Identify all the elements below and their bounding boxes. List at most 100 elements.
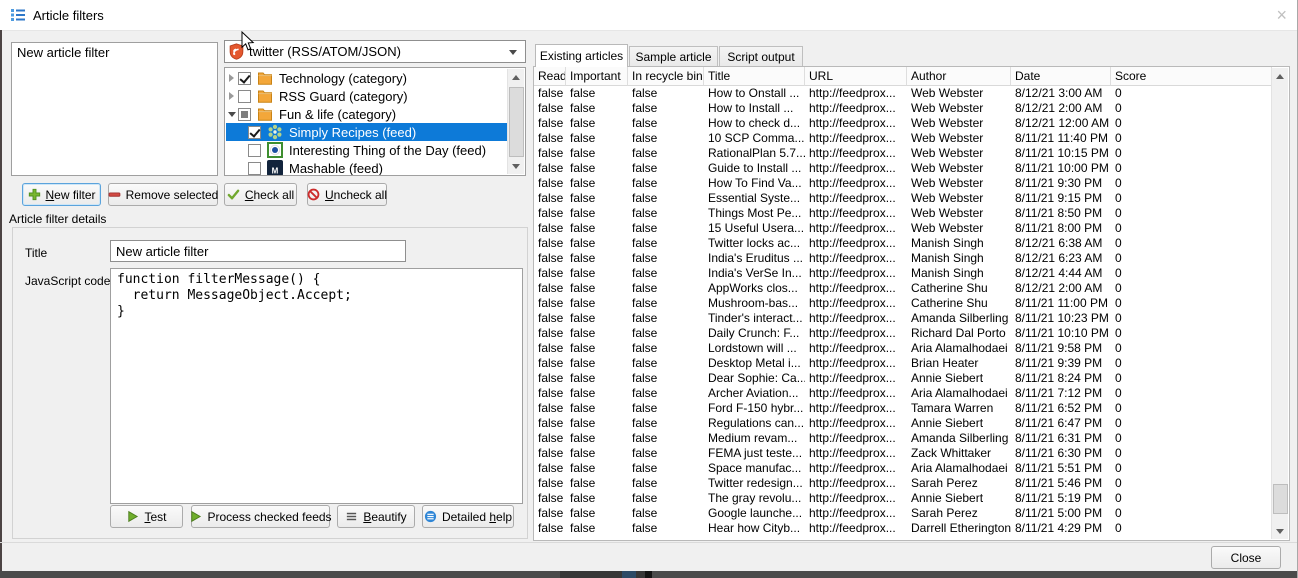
title-input[interactable] (110, 240, 406, 262)
new-filter-button[interactable]: New filter (22, 183, 101, 206)
table-row[interactable]: falsefalsefalseMedium revam...http://fee… (534, 431, 1272, 446)
column-header-score[interactable]: Score (1111, 67, 1272, 86)
column-header-url[interactable]: URL (805, 67, 907, 86)
table-row[interactable]: falsefalsefalseHow to check d...http://f… (534, 116, 1272, 131)
column-header-in-recycle-bin[interactable]: In recycle bin (628, 67, 704, 86)
remove-selected-button[interactable]: Remove selected (108, 183, 218, 206)
expander-expanded-icon[interactable] (228, 112, 238, 117)
column-header-author[interactable]: Author (907, 67, 1011, 86)
scroll-down-icon[interactable] (1272, 523, 1288, 539)
expander-collapsed-icon[interactable] (228, 92, 238, 100)
column-header-title[interactable]: Title (704, 67, 805, 86)
column-header-important[interactable]: Important (566, 67, 628, 86)
table-row[interactable]: falsefalsefalseDear Sophie: Ca...http://… (534, 371, 1272, 386)
check-all-button[interactable]: Check all (224, 183, 297, 206)
tree-item-label: Mashable (feed) (289, 161, 383, 176)
table-row[interactable]: falsefalsefalse15 Useful Usera...http://… (534, 221, 1272, 236)
tree-item-label: Technology (category) (279, 71, 407, 86)
test-button[interactable]: Test (110, 505, 183, 528)
checkbox-checked[interactable] (238, 72, 251, 85)
table-row[interactable]: falsefalsefalseRationalPlan 5.7...http:/… (534, 146, 1272, 161)
tree-item[interactable]: RSS Guard (category) (226, 87, 508, 105)
close-icon[interactable]: × (1276, 3, 1287, 27)
table-row[interactable]: falsefalsefalseArcher Aviation...http://… (534, 386, 1272, 401)
table-row[interactable]: falsefalsefalseGoogle launche...http://f… (534, 506, 1272, 521)
tree-item[interactable]: Simply Recipes (feed) (226, 123, 508, 141)
cell-author: Web Webster (907, 146, 1011, 161)
cell-important: false (566, 521, 628, 536)
table-row[interactable]: falsefalsefalseThings Most Pe...http://f… (534, 206, 1272, 221)
table-row[interactable]: falsefalsefalseTwitter redesign...http:/… (534, 476, 1272, 491)
table-row[interactable]: falsefalsefalseDaily Crunch: F...http://… (534, 326, 1272, 341)
uncheck-all-button[interactable]: Uncheck all (307, 183, 387, 206)
checkbox-unchecked[interactable] (248, 144, 261, 157)
test-label: Test (144, 510, 166, 524)
table-row[interactable]: falsefalsefalseSpace manufac...http://fe… (534, 461, 1272, 476)
cell-score: 0 (1111, 296, 1272, 311)
cell-recycle: false (628, 311, 704, 326)
cell-title: Archer Aviation... (704, 386, 805, 401)
expander-collapsed-icon[interactable] (228, 74, 238, 82)
table-row[interactable]: falsefalsefalseFEMA just teste...http://… (534, 446, 1272, 461)
table-row[interactable]: falsefalsefalse10 SCP Comma...http://fee… (534, 131, 1272, 146)
cell-author: Catherine Shu (907, 296, 1011, 311)
beautify-button[interactable]: Beautify (337, 505, 415, 528)
tab-sample-article[interactable]: Sample article (629, 46, 718, 67)
tree-item[interactable]: MMashable (feed) (226, 159, 508, 176)
cell-date: 8/11/21 8:24 PM (1011, 371, 1111, 386)
table-row[interactable]: falsefalsefalseThe gray revolu...http://… (534, 491, 1272, 506)
javascript-code-editor[interactable]: function filterMessage() { return Messag… (110, 268, 523, 504)
cell-recycle: false (628, 101, 704, 116)
table-row[interactable]: falsefalsefalseMushroom-bas...http://fee… (534, 296, 1272, 311)
filters-list[interactable]: New article filter (11, 42, 218, 176)
table-row[interactable]: falsefalsefalseHear how Cityb...http://f… (534, 521, 1272, 536)
table-row[interactable]: falsefalsefalseTinder's interact...http:… (534, 311, 1272, 326)
table-row[interactable]: falsefalsefalseIndia's Eruditus ...http:… (534, 251, 1272, 266)
table-row[interactable]: falsefalsefalseHow To Find Va...http://f… (534, 176, 1272, 191)
process-checked-feeds-button[interactable]: Process checked feeds (191, 505, 330, 528)
table-row[interactable]: falsefalsefalseRegulations can...http://… (534, 416, 1272, 431)
tab-existing-articles[interactable]: Existing articles (535, 44, 628, 67)
table-row[interactable]: falsefalsefalseGuide to Install ...http:… (534, 161, 1272, 176)
checkbox-checked[interactable] (248, 126, 261, 139)
table-row[interactable]: falsefalsefalseAppWorks clos...http://fe… (534, 281, 1272, 296)
folder-icon (257, 70, 273, 86)
detailed-help-button[interactable]: Detailed help (422, 505, 514, 528)
table-row[interactable]: falsefalsefalseIndia's VerSe In...http:/… (534, 266, 1272, 281)
table-row[interactable]: falsefalsefalseLordstown will ...http://… (534, 341, 1272, 356)
table-row[interactable]: falsefalsefalseTwitter locks ac...http:/… (534, 236, 1272, 251)
checkbox-unchecked[interactable] (248, 162, 261, 175)
table-row[interactable]: falsefalsefalseFord F-150 hybr...http://… (534, 401, 1272, 416)
cell-title: Desktop Metal i... (704, 356, 805, 371)
table-row[interactable]: falsefalsefalseEssential Syste...http://… (534, 191, 1272, 206)
checkbox-unchecked[interactable] (238, 90, 251, 103)
filter-list-item[interactable]: New article filter (12, 43, 217, 62)
tab-script-output[interactable]: Script output (719, 46, 803, 67)
checkbox-partial[interactable] (238, 108, 251, 121)
scroll-down-icon[interactable] (508, 158, 524, 174)
table-scrollbar[interactable] (1271, 68, 1288, 539)
cell-recycle: false (628, 326, 704, 341)
scrollbar-thumb[interactable] (509, 87, 524, 157)
scrollbar-thumb[interactable] (1273, 484, 1288, 514)
cell-important: false (566, 401, 628, 416)
cell-score: 0 (1111, 506, 1272, 521)
scroll-up-icon[interactable] (1272, 68, 1288, 84)
column-header-date[interactable]: Date (1011, 67, 1111, 86)
cell-important: false (566, 446, 628, 461)
table-row[interactable]: falsefalsefalseHow to Install ...http://… (534, 101, 1272, 116)
tree-item[interactable]: Technology (category) (226, 69, 508, 87)
tree-scrollbar[interactable] (507, 69, 524, 174)
table-row[interactable]: falsefalsefalseHow to Onstall ...http://… (534, 86, 1272, 101)
tree-item[interactable]: Interesting Thing of the Day (feed) (226, 141, 508, 159)
tree-item[interactable]: Fun & life (category) (226, 105, 508, 123)
feed-tree[interactable]: Technology (category)RSS Guard (category… (224, 67, 526, 176)
cell-date: 8/11/21 9:58 PM (1011, 341, 1111, 356)
scroll-up-icon[interactable] (508, 69, 524, 85)
column-header-read[interactable]: Read (534, 67, 566, 86)
close-button[interactable]: Close (1211, 546, 1281, 569)
cell-date: 8/11/21 9:15 PM (1011, 191, 1111, 206)
table-row[interactable]: falsefalsefalseDesktop Metal i...http://… (534, 356, 1272, 371)
cell-date: 8/12/21 2:00 AM (1011, 101, 1111, 116)
account-dropdown[interactable]: twitter (RSS/ATOM/JSON) (224, 40, 526, 63)
